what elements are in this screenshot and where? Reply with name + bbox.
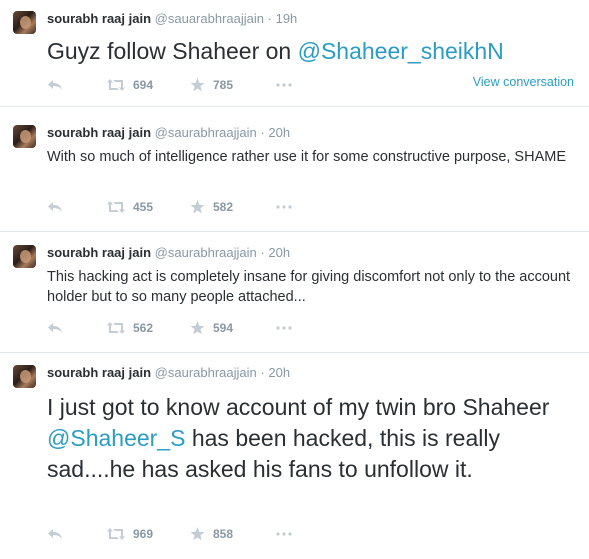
favorite-count: 582 (213, 200, 234, 214)
tweet-2[interactable]: sourabh raaj jain @saurabhraajjain · 20h… (0, 114, 589, 232)
favorite-icon (190, 200, 205, 214)
retweet-button[interactable]: 455 (107, 200, 190, 214)
more-button[interactable] (276, 532, 292, 536)
timestamp[interactable]: 19h (276, 11, 298, 26)
favorite-icon (190, 321, 205, 335)
favorite-button[interactable]: 785 (190, 78, 276, 92)
more-button[interactable] (276, 326, 292, 330)
tweet-1[interactable]: sourabh raaj jain @sauarabhraajjain · 19… (0, 0, 589, 107)
retweet-button[interactable]: 969 (107, 527, 190, 541)
reply-icon (48, 202, 62, 212)
tweet-header: sourabh raaj jain @saurabhraajjain · 20h (47, 125, 290, 140)
tweet-header: sourabh raaj jain @saurabhraajjain · 20h (47, 245, 290, 260)
retweet-icon (107, 201, 125, 213)
screen-name[interactable]: @saurabhraajjain (155, 365, 257, 380)
view-conversation-link[interactable]: View conversation (473, 75, 574, 89)
tweet-timeline: sourabh raaj jain @sauarabhraajjain · 19… (0, 0, 589, 559)
tweet-text: Guyz follow Shaheer on @Shaheer_sheikhN (47, 36, 587, 67)
reply-button[interactable] (47, 201, 107, 213)
favorite-count: 858 (213, 527, 234, 541)
avatar[interactable] (13, 125, 36, 148)
favorite-button[interactable]: 858 (190, 527, 276, 541)
separator: · (260, 365, 265, 380)
tweet-actions: 694 785 (47, 77, 292, 93)
more-icon (276, 83, 292, 87)
timestamp[interactable]: 20h (268, 125, 290, 140)
fullname[interactable]: sourabh raaj jain (47, 245, 151, 260)
more-button[interactable] (276, 205, 292, 209)
more-icon (276, 326, 292, 330)
timestamp[interactable]: 20h (268, 245, 290, 260)
reply-button[interactable] (47, 79, 107, 91)
screen-name[interactable]: @sauarabhraajjain (155, 11, 264, 26)
tweet-text: This hacking act is completely insane fo… (47, 269, 571, 305)
screen-name[interactable]: @saurabhraajjain (155, 125, 257, 140)
favorite-icon (190, 527, 205, 541)
retweet-icon (107, 528, 125, 540)
separator: · (260, 125, 265, 140)
tweet-text-part: I just got to know account of my twin br… (47, 394, 550, 420)
tweet-actions: 969 858 (47, 526, 292, 542)
more-icon (276, 532, 292, 536)
tweet-text: I just got to know account of my twin br… (47, 392, 567, 485)
fullname[interactable]: sourabh raaj jain (47, 125, 151, 140)
avatar[interactable] (13, 245, 36, 268)
retweet-icon (107, 79, 125, 91)
avatar[interactable] (13, 11, 36, 34)
tweet-text-part: Guyz follow Shaheer on (47, 38, 298, 64)
more-button[interactable] (276, 83, 292, 87)
screen-name[interactable]: @saurabhraajjain (155, 245, 257, 260)
tweet-header: sourabh raaj jain @saurabhraajjain · 20h (47, 365, 290, 380)
tweet-actions: 455 582 (47, 199, 292, 215)
tweet-actions: 562 594 (47, 320, 292, 336)
favorite-count: 785 (213, 78, 234, 92)
separator: · (260, 245, 265, 260)
reply-button[interactable] (47, 528, 107, 540)
timestamp[interactable]: 20h (268, 365, 290, 380)
retweet-count: 455 (133, 200, 154, 214)
retweet-count: 694 (133, 78, 154, 92)
mention-link[interactable]: @Shaheer_S (47, 425, 185, 451)
retweet-count: 562 (133, 321, 154, 335)
favorite-button[interactable]: 594 (190, 321, 276, 335)
retweet-button[interactable]: 694 (107, 78, 190, 92)
mention-link[interactable]: @Shaheer_sheikhN (298, 38, 504, 64)
favorite-count: 594 (213, 321, 234, 335)
reply-icon (48, 80, 62, 90)
tweet-3[interactable]: sourabh raaj jain @saurabhraajjain · 20h… (0, 234, 589, 353)
favorite-icon (190, 78, 205, 92)
retweet-button[interactable]: 562 (107, 321, 190, 335)
tweet-text: With so much of intelligence rather use … (47, 149, 566, 165)
avatar[interactable] (13, 365, 36, 388)
retweet-icon (107, 322, 125, 334)
tweet-4[interactable]: sourabh raaj jain @saurabhraajjain · 20h… (0, 354, 589, 559)
separator: · (267, 11, 272, 26)
fullname[interactable]: sourabh raaj jain (47, 365, 151, 380)
retweet-count: 969 (133, 527, 154, 541)
more-icon (276, 205, 292, 209)
reply-icon (48, 529, 62, 539)
reply-button[interactable] (47, 322, 107, 334)
tweet-header: sourabh raaj jain @sauarabhraajjain · 19… (47, 11, 297, 26)
fullname[interactable]: sourabh raaj jain (47, 11, 151, 26)
favorite-button[interactable]: 582 (190, 200, 276, 214)
reply-icon (48, 323, 62, 333)
